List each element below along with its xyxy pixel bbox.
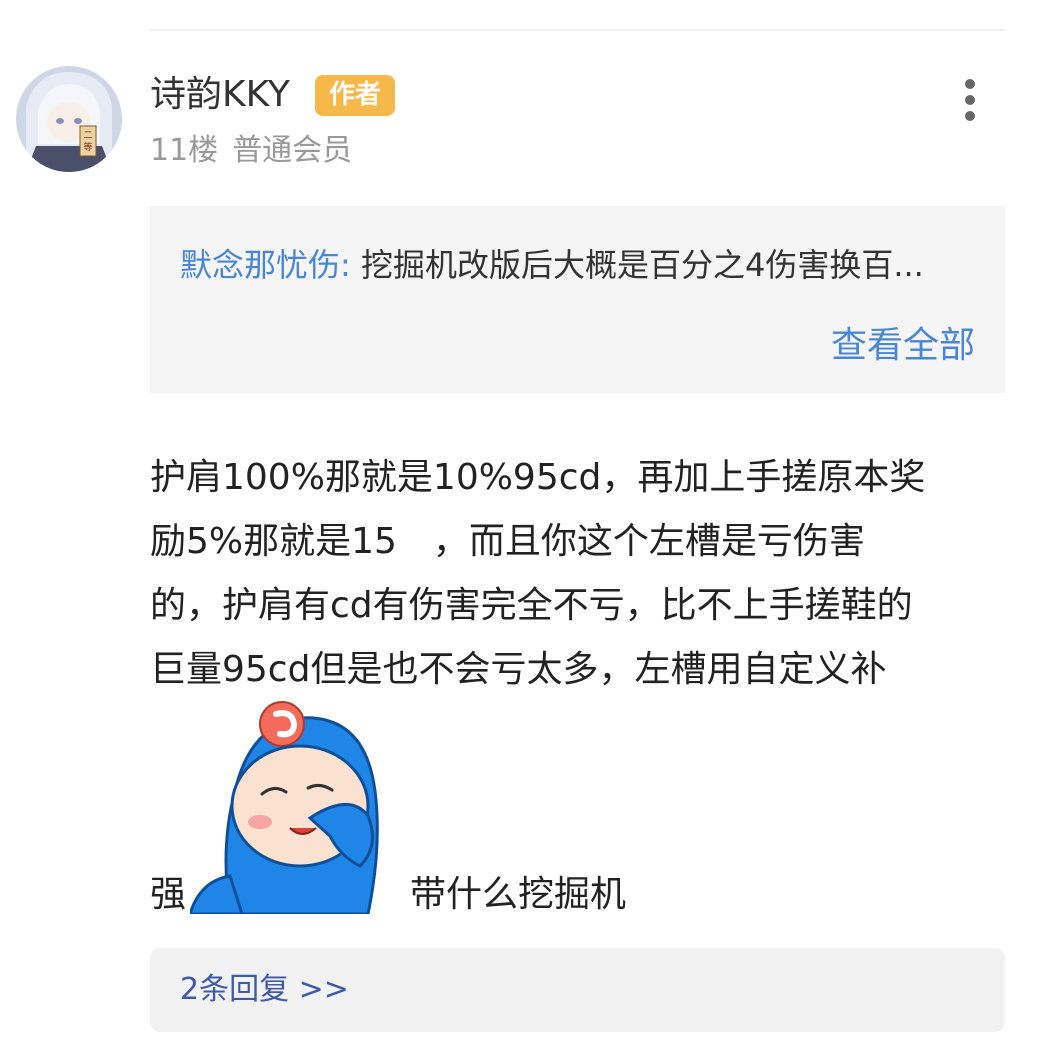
content-text-after-sticker: 带什么挖掘机 xyxy=(410,874,627,915)
quote-line: 默念那忧伤: 挖掘机改版后大概是百分之4伤害换百... xyxy=(180,244,980,286)
replies-label: 2条回复 >> xyxy=(180,972,349,1007)
content-line-with-sticker: 强 带什么挖掘机 xyxy=(150,696,1010,926)
member-level: 普通会员 xyxy=(232,133,353,168)
content-line: 护肩100%那就是10%95cd，再加上手搓原本奖 xyxy=(150,457,926,498)
avatar[interactable]: 二 等 xyxy=(16,66,122,172)
content-text-before-sticker: 强 xyxy=(150,874,187,915)
emoji-sticker xyxy=(187,696,402,916)
floor-number: 11楼 xyxy=(150,133,219,168)
post-content: 护肩100%那就是10%95cd，再加上手搓原本奖 励5%那就是15 ，而且你这… xyxy=(150,446,1010,702)
quote-author[interactable]: 默念那忧伤: xyxy=(180,246,351,284)
post-meta: 11楼 普通会员 xyxy=(150,131,352,171)
svg-text:二: 二 xyxy=(83,131,92,141)
more-options-button[interactable] xyxy=(952,76,988,124)
top-divider xyxy=(150,29,1005,31)
author-badge: 作者 xyxy=(315,75,395,116)
content-line: 巨量95cd但是也不会亏太多，左槽用自定义补 xyxy=(150,649,887,690)
view-all-link[interactable]: 查看全部 xyxy=(831,323,975,369)
view-replies-button[interactable]: 2条回复 >> xyxy=(150,948,1005,1032)
content-line: 励5%那就是15 ，而且你这个左槽是亏伤害 xyxy=(150,521,865,562)
more-vertical-icon xyxy=(965,79,975,121)
username[interactable]: 诗韵KKY xyxy=(150,72,290,118)
content-line: 的，护肩有cd有伤害完全不亏，比不上手搓鞋的 xyxy=(150,585,913,626)
quoted-reply: 默念那忧伤: 挖掘机改版后大概是百分之4伤害换百... 查看全部 xyxy=(150,206,1005,393)
quote-text: 挖掘机改版后大概是百分之4伤害换百... xyxy=(350,246,924,284)
svg-text:等: 等 xyxy=(83,141,92,153)
